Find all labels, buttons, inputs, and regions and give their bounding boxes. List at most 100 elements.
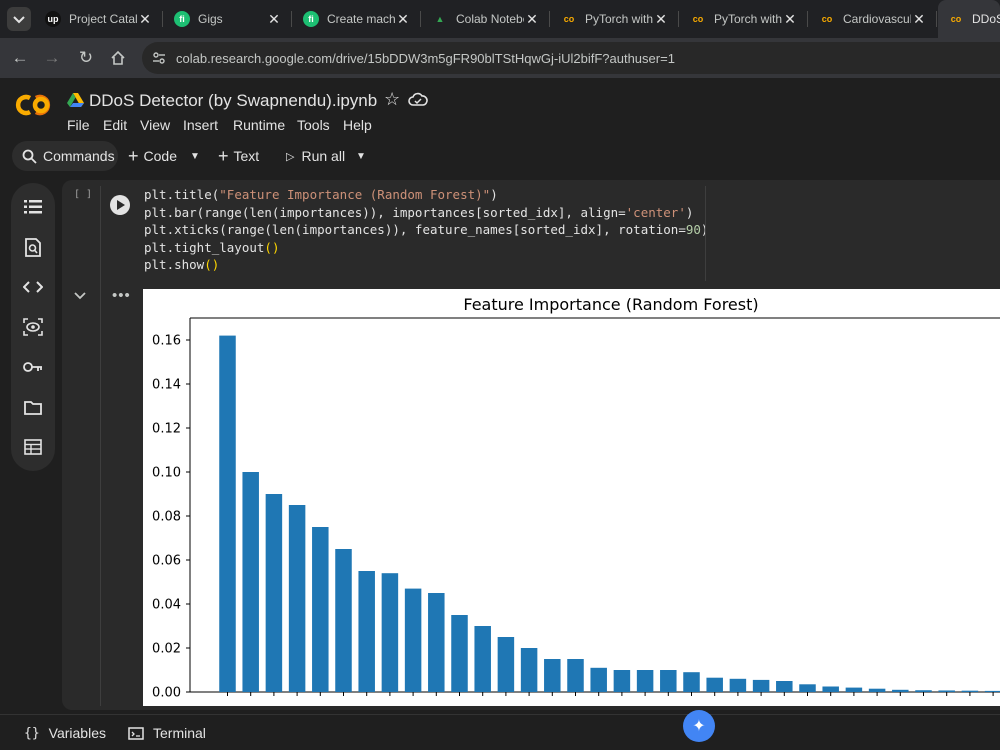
browser-tab[interactable]: fi Create machine✕ bbox=[293, 0, 421, 38]
chart-bar bbox=[474, 626, 491, 692]
variables-label: Variables bbox=[48, 725, 106, 741]
browser-tab[interactable]: fi Gigs ✕ bbox=[164, 0, 292, 38]
collapse-output-button[interactable] bbox=[74, 289, 86, 303]
code-editor[interactable]: plt.title("Feature Importance (Random Fo… bbox=[144, 186, 708, 274]
run-all-dropdown[interactable]: ▼ bbox=[356, 141, 366, 171]
bottom-bar: {} Variables Terminal bbox=[0, 714, 1000, 750]
find-replace-button[interactable] bbox=[21, 235, 45, 259]
browser-tab[interactable]: co Cardiovascular✕ bbox=[809, 0, 937, 38]
chart-bar bbox=[776, 681, 793, 692]
plus-icon: + bbox=[218, 145, 229, 166]
menu-runtime[interactable]: Runtime bbox=[233, 117, 285, 133]
omnibox[interactable]: colab.research.google.com/drive/15bDDW3m… bbox=[142, 42, 1000, 74]
code-token: plt.tight_layout bbox=[144, 239, 265, 255]
commands-button[interactable]: Commands bbox=[12, 141, 118, 171]
chart-bar bbox=[822, 686, 839, 692]
terminal-button[interactable]: Terminal bbox=[128, 725, 206, 741]
browser-tab[interactable]: co DDoS bbox=[938, 0, 1000, 38]
notebook-title[interactable]: DDoS Detector (by Swapnendu).ipynb bbox=[89, 91, 377, 111]
code-line: plt.xticks(range(len(importances)), feat… bbox=[144, 221, 708, 239]
browser-tab[interactable]: up Project Catalog✕ bbox=[35, 0, 163, 38]
gemini-button[interactable]: ✦ bbox=[683, 710, 715, 742]
home-button[interactable] bbox=[106, 46, 130, 70]
star-icon[interactable]: ☆ bbox=[384, 89, 400, 110]
tab-title: PyTorch with bbox=[714, 12, 782, 26]
cloud-saved-icon[interactable] bbox=[408, 92, 428, 107]
variables-button[interactable]: {} Variables bbox=[24, 725, 106, 741]
arrow-left-icon: ← bbox=[11, 48, 29, 67]
files-button[interactable] bbox=[21, 395, 45, 419]
run-cell-button[interactable] bbox=[110, 195, 130, 215]
run-all-button[interactable]: ▷ Run all bbox=[286, 141, 345, 171]
close-tab-icon[interactable]: ✕ bbox=[524, 11, 540, 28]
code-token: plt.xticks(range(len(importances)), feat… bbox=[144, 222, 686, 237]
search-icon bbox=[22, 149, 37, 164]
plus-icon: + bbox=[128, 145, 139, 166]
tab-separator bbox=[162, 11, 163, 27]
tab-title: PyTorch with bbox=[585, 12, 653, 26]
tab-separator bbox=[807, 11, 808, 27]
output-actions-button[interactable]: ••• bbox=[112, 287, 131, 304]
code-line: plt.title("Feature Importance (Random Fo… bbox=[144, 186, 704, 204]
folder-icon bbox=[24, 400, 42, 415]
secrets-variables-button[interactable] bbox=[21, 315, 45, 339]
code-token: 90 bbox=[685, 222, 701, 237]
chart-bar bbox=[288, 505, 306, 692]
code-brackets-icon bbox=[23, 281, 43, 293]
close-tab-icon[interactable]: ✕ bbox=[266, 11, 282, 28]
tab-search-button[interactable] bbox=[7, 7, 31, 31]
code-token: plt.bar(range(len(importances)), importa… bbox=[144, 204, 626, 220]
chart-bar bbox=[497, 637, 515, 692]
chart-bar bbox=[683, 672, 700, 692]
run-all-label: Run all bbox=[301, 148, 346, 164]
menu-insert[interactable]: Insert bbox=[183, 117, 218, 133]
add-code-button[interactable]: + Code bbox=[128, 141, 177, 171]
menu-help[interactable]: Help bbox=[343, 117, 372, 133]
colab-logo-icon[interactable] bbox=[14, 93, 52, 117]
chart-bar bbox=[706, 677, 723, 692]
forward-button[interactable]: → bbox=[40, 46, 64, 70]
close-tab-icon[interactable]: ✕ bbox=[137, 11, 153, 28]
tab-separator bbox=[549, 11, 550, 27]
secrets-button[interactable] bbox=[21, 355, 45, 379]
colab-icon: co bbox=[692, 14, 704, 24]
url-text[interactable]: colab.research.google.com/drive/15bDDW3m… bbox=[176, 51, 675, 66]
chart-bar bbox=[660, 670, 677, 692]
chart-bar bbox=[381, 573, 399, 692]
add-code-dropdown[interactable]: ▼ bbox=[190, 141, 200, 171]
menu-view[interactable]: View bbox=[140, 117, 170, 133]
chevron-down-icon bbox=[74, 292, 86, 300]
site-info-icon[interactable] bbox=[152, 51, 166, 65]
reload-button[interactable]: ↻ bbox=[74, 46, 98, 70]
more-horizontal-icon: ••• bbox=[112, 287, 131, 304]
menu-edit[interactable]: Edit bbox=[103, 117, 127, 133]
browser-tab[interactable]: co PyTorch with ✕ bbox=[551, 0, 679, 38]
y-tick-label: 0.04 bbox=[152, 598, 181, 613]
close-tab-icon[interactable]: ✕ bbox=[911, 11, 927, 28]
close-tab-icon[interactable]: ✕ bbox=[395, 11, 411, 28]
close-tab-icon[interactable]: ✕ bbox=[653, 11, 669, 28]
terminal-label: Terminal bbox=[153, 725, 206, 741]
tab-title: Create machine bbox=[327, 12, 395, 26]
back-button[interactable]: ← bbox=[8, 46, 32, 70]
browser-tab[interactable]: ▲ Colab Notebooks✕ bbox=[422, 0, 550, 38]
code-snippets-button[interactable] bbox=[21, 275, 45, 299]
menu-file[interactable]: File bbox=[67, 117, 90, 133]
y-tick-label: 0.08 bbox=[152, 510, 181, 525]
close-tab-icon[interactable]: ✕ bbox=[782, 11, 798, 28]
upwork-icon: up bbox=[45, 11, 61, 27]
code-line: plt.tight_layout() bbox=[144, 239, 704, 257]
add-text-label: Text bbox=[233, 148, 260, 164]
chart-bar bbox=[636, 670, 654, 692]
data-table-button[interactable] bbox=[21, 435, 45, 459]
menu-tools[interactable]: Tools bbox=[297, 117, 330, 133]
chart-bar bbox=[567, 659, 584, 692]
code-token: () bbox=[264, 239, 280, 255]
reload-icon: ↻ bbox=[78, 48, 94, 67]
chart-title: Feature Importance (Random Forest) bbox=[463, 295, 758, 314]
add-code-label: Code bbox=[143, 148, 177, 164]
browser-tab[interactable]: co PyTorch with ✕ bbox=[680, 0, 808, 38]
table-of-contents-button[interactable] bbox=[21, 195, 45, 219]
add-text-button[interactable]: + Text bbox=[218, 141, 259, 171]
arrow-right-icon: → bbox=[43, 48, 61, 67]
